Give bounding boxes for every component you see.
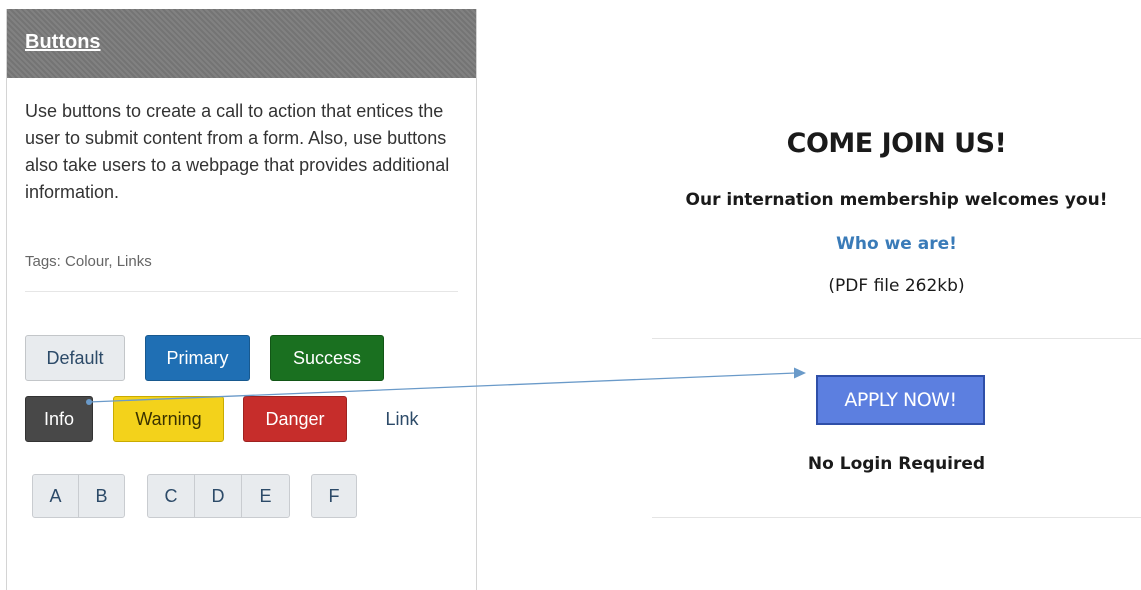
- group-button-f[interactable]: F: [311, 474, 357, 518]
- primary-button[interactable]: Primary: [145, 335, 250, 381]
- info-button[interactable]: Info: [25, 396, 93, 442]
- card-divider: [25, 291, 458, 292]
- group-button-a[interactable]: A: [32, 474, 79, 518]
- card-title-link[interactable]: Buttons: [25, 31, 101, 53]
- who-we-are-link[interactable]: Who we are!: [652, 234, 1141, 254]
- join-title: COME JOIN US!: [786, 128, 1007, 159]
- membership-subtitle: Our internation membership welcomes you!: [685, 190, 1108, 210]
- card-header: Buttons: [7, 9, 476, 78]
- panel-divider-bottom: [652, 517, 1141, 518]
- group-button-d[interactable]: D: [194, 474, 242, 518]
- danger-button[interactable]: Danger: [243, 396, 347, 442]
- warning-button[interactable]: Warning: [113, 396, 224, 442]
- pdf-file-note: (PDF file 262kb): [828, 276, 965, 296]
- group-button-c[interactable]: C: [147, 474, 195, 518]
- success-button[interactable]: Success: [270, 335, 384, 381]
- card-tags: Tags: Colour, Links: [25, 253, 152, 270]
- card-description: Use buttons to create a call to action t…: [25, 101, 450, 202]
- group-button-b[interactable]: B: [78, 474, 125, 518]
- link-button[interactable]: Link: [367, 396, 437, 442]
- panel-divider-top: [652, 338, 1141, 339]
- no-login-note: No Login Required: [807, 454, 986, 474]
- group-button-e[interactable]: E: [241, 474, 290, 518]
- apply-now-button[interactable]: APPLY NOW!: [816, 375, 985, 425]
- default-button[interactable]: Default: [25, 335, 125, 381]
